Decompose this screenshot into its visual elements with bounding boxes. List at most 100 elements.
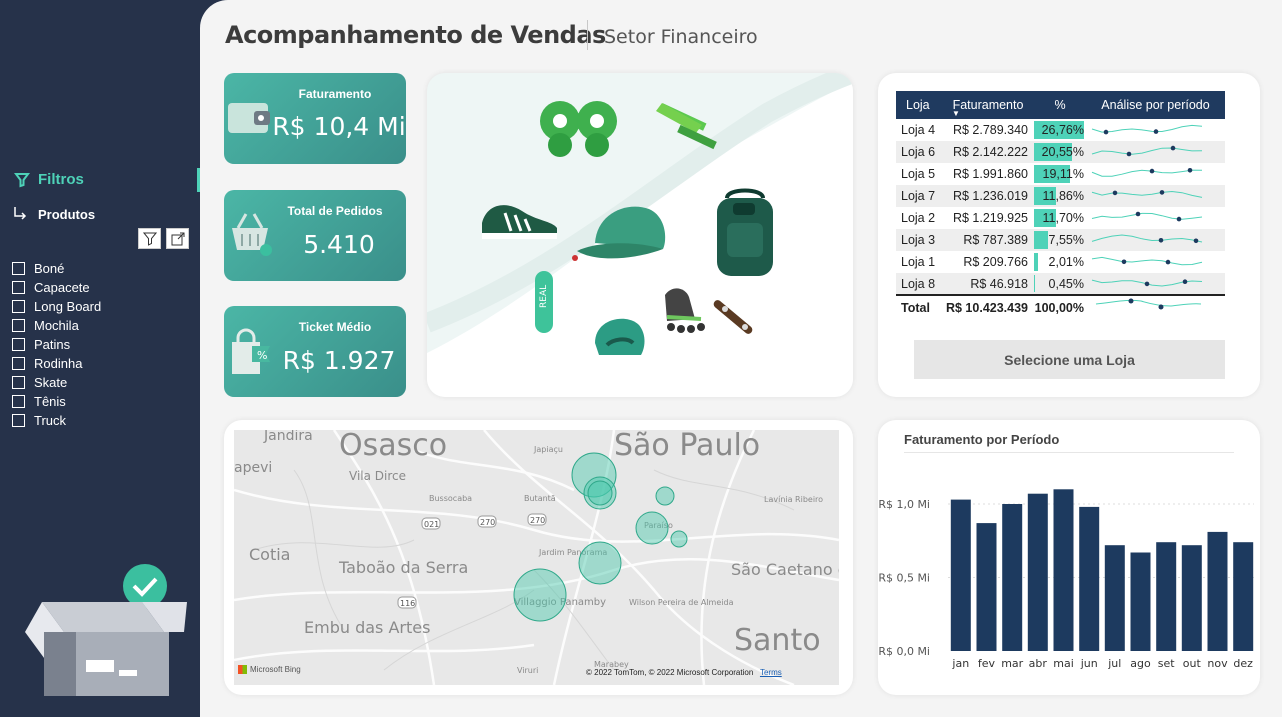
product-option-label: Boné [34, 261, 65, 276]
bing-provider-label: Microsoft Bing [250, 665, 301, 674]
product-option[interactable]: Long Board [12, 297, 101, 316]
table-row[interactable]: Loja 3 R$ 787.389 7,55% [896, 229, 1225, 251]
map-bubble [513, 568, 567, 622]
map-bubble [635, 511, 669, 545]
cell-pct-label: 2,01% [1048, 255, 1084, 269]
cell-sparkline [1086, 251, 1225, 273]
x-tick-label: mar [1001, 657, 1023, 670]
page-subtitle: Setor Financeiro [604, 26, 758, 48]
filters-header[interactable]: Filtros [14, 171, 84, 188]
table-total-row: Total R$ 10.423.439 100,00% [896, 295, 1225, 319]
total-label: Total [901, 300, 930, 315]
map-bubble [587, 480, 613, 506]
table-row[interactable]: Loja 4 R$ 2.789.340 26,76% [896, 119, 1225, 141]
col-analise-header[interactable]: Análise por período [1086, 91, 1225, 119]
select-store-button[interactable]: Selecione uma Loja [914, 340, 1225, 379]
map-terms-link[interactable]: Terms [760, 668, 782, 677]
product-option[interactable]: Boné [12, 259, 101, 278]
col-faturamento-header[interactable]: Faturamento ▼ [942, 91, 1034, 119]
table-row[interactable]: Loja 8 R$ 46.918 0,45% [896, 273, 1225, 295]
product-option[interactable]: Tênis [12, 392, 101, 411]
table-row[interactable]: Loja 1 R$ 209.766 2,01% [896, 251, 1225, 273]
main-canvas: Acompanhamento de Vendas Setor Financeir… [200, 0, 1282, 717]
kpi-revenue: Faturamento R$ 10,4 Mi [224, 73, 406, 164]
cell-sparkline [1086, 163, 1225, 185]
cell-loja: Loja 4 [901, 123, 936, 137]
cell-sparkline [1086, 141, 1225, 163]
checkbox[interactable] [12, 319, 25, 332]
cell-sparkline [1086, 119, 1225, 141]
bar-mar [1002, 504, 1023, 651]
svg-text:REAL: REAL [539, 285, 549, 308]
x-tick-label: jan [951, 657, 969, 670]
kpi-revenue-label: Faturamento [298, 87, 372, 101]
map-label-sao-paulo: São Paulo [614, 430, 760, 463]
product-option-label: Patins [34, 337, 71, 352]
product-option[interactable]: Patins [12, 335, 101, 354]
x-tick-label: dez [1233, 657, 1253, 670]
sparkline [1091, 124, 1203, 134]
filter-icon [14, 172, 30, 187]
product-option-label: Long Board [34, 299, 102, 314]
truck-icon [656, 103, 717, 150]
title-divider [587, 20, 588, 50]
cell-pct: 26,76% [1034, 119, 1086, 141]
checkbox[interactable] [12, 300, 25, 313]
product-option[interactable]: Mochila [12, 316, 101, 335]
page-title: Acompanhamento de Vendas [225, 21, 606, 49]
wallet-icon [228, 103, 270, 133]
col-pct-header[interactable]: % [1034, 91, 1086, 119]
map-label-viruri: Viruri [517, 666, 538, 675]
product-option[interactable]: Truck [12, 411, 101, 430]
product-slicer: Boné Capacete Long Board Mochila Patins Rodin… [12, 259, 101, 430]
checkbox[interactable] [12, 376, 25, 389]
road-270a: 270 [480, 518, 495, 527]
road-116: 116 [400, 599, 415, 608]
total-pct: 100,00% [1034, 300, 1084, 315]
table-row[interactable]: Loja 7 R$ 1.236.019 11,86% [896, 185, 1225, 207]
map-attribution-text: © 2022 TomTom, © 2022 Microsoft Corporat… [586, 668, 754, 677]
checkbox[interactable] [12, 357, 25, 370]
map-bubble [670, 530, 688, 548]
cell-sparkline [1086, 185, 1225, 207]
cell-pct: 20,55% [1034, 141, 1086, 163]
sales-map[interactable]: Jandira Osasco São Paulo apevi Vila Dirc… [234, 430, 839, 685]
cell-pct: 11,70% [1034, 207, 1086, 229]
product-option[interactable]: Rodinha [12, 354, 101, 373]
bar-jun [1079, 506, 1100, 651]
col-loja-header[interactable]: Loja [896, 91, 942, 119]
checkbox[interactable] [12, 262, 25, 275]
map-label-bussocaba: Bussocaba [429, 494, 472, 503]
cell-faturamento: R$ 2.142.222 [952, 145, 1028, 159]
map-label-butanta: Butantã [524, 494, 556, 503]
product-option[interactable]: Capacete [12, 278, 101, 297]
cell-loja: Loja 5 [901, 167, 936, 181]
sparkline [1091, 167, 1203, 177]
products-label: Produtos [38, 206, 96, 222]
products-header: Produtos [12, 206, 95, 222]
map-label-lavinia: Lavínia Ribeiro [764, 495, 823, 504]
map-label-jandira: Jandira [263, 430, 313, 444]
map-label-cotia: Cotia [249, 545, 290, 564]
cell-sparkline [1086, 207, 1225, 229]
checkbox[interactable] [12, 414, 25, 427]
checkbox[interactable] [12, 338, 25, 351]
slicer-toolbar [138, 228, 189, 249]
table-row[interactable]: Loja 2 R$ 1.219.925 11,70% [896, 207, 1225, 229]
cell-pct: 0,45% [1034, 273, 1086, 295]
cell-loja: Loja 2 [901, 211, 936, 225]
table-row[interactable]: Loja 6 R$ 2.142.222 20,55% [896, 141, 1225, 163]
checkbox[interactable] [12, 395, 25, 408]
map-label-japiacu: Japiaçu [533, 445, 563, 454]
product-option[interactable]: Skate [12, 373, 101, 392]
x-tick-label: jun [1080, 657, 1098, 670]
checkbox[interactable] [12, 281, 25, 294]
x-tick-label: abr [1029, 657, 1048, 670]
box-check-illustration [25, 564, 187, 696]
table-row[interactable]: Loja 5 R$ 1.991.860 19,11% [896, 163, 1225, 185]
product-option-label: Skate [34, 375, 68, 390]
filter-icon[interactable] [138, 228, 161, 249]
arrow-turn-icon [14, 207, 27, 220]
expand-icon[interactable] [166, 228, 189, 249]
y-tick-label: R$ 1,0 Mi [878, 498, 930, 511]
